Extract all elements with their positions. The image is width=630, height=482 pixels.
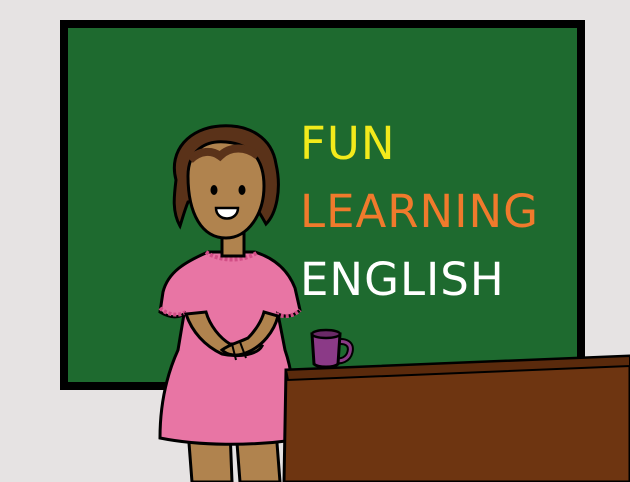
classroom-scene: FUN LEARNING ENGLISH (0, 0, 630, 482)
teacher-face (186, 140, 266, 240)
coffee-mug-icon (310, 328, 354, 369)
desk-icon (282, 354, 630, 482)
illustration-layer (158, 124, 630, 482)
